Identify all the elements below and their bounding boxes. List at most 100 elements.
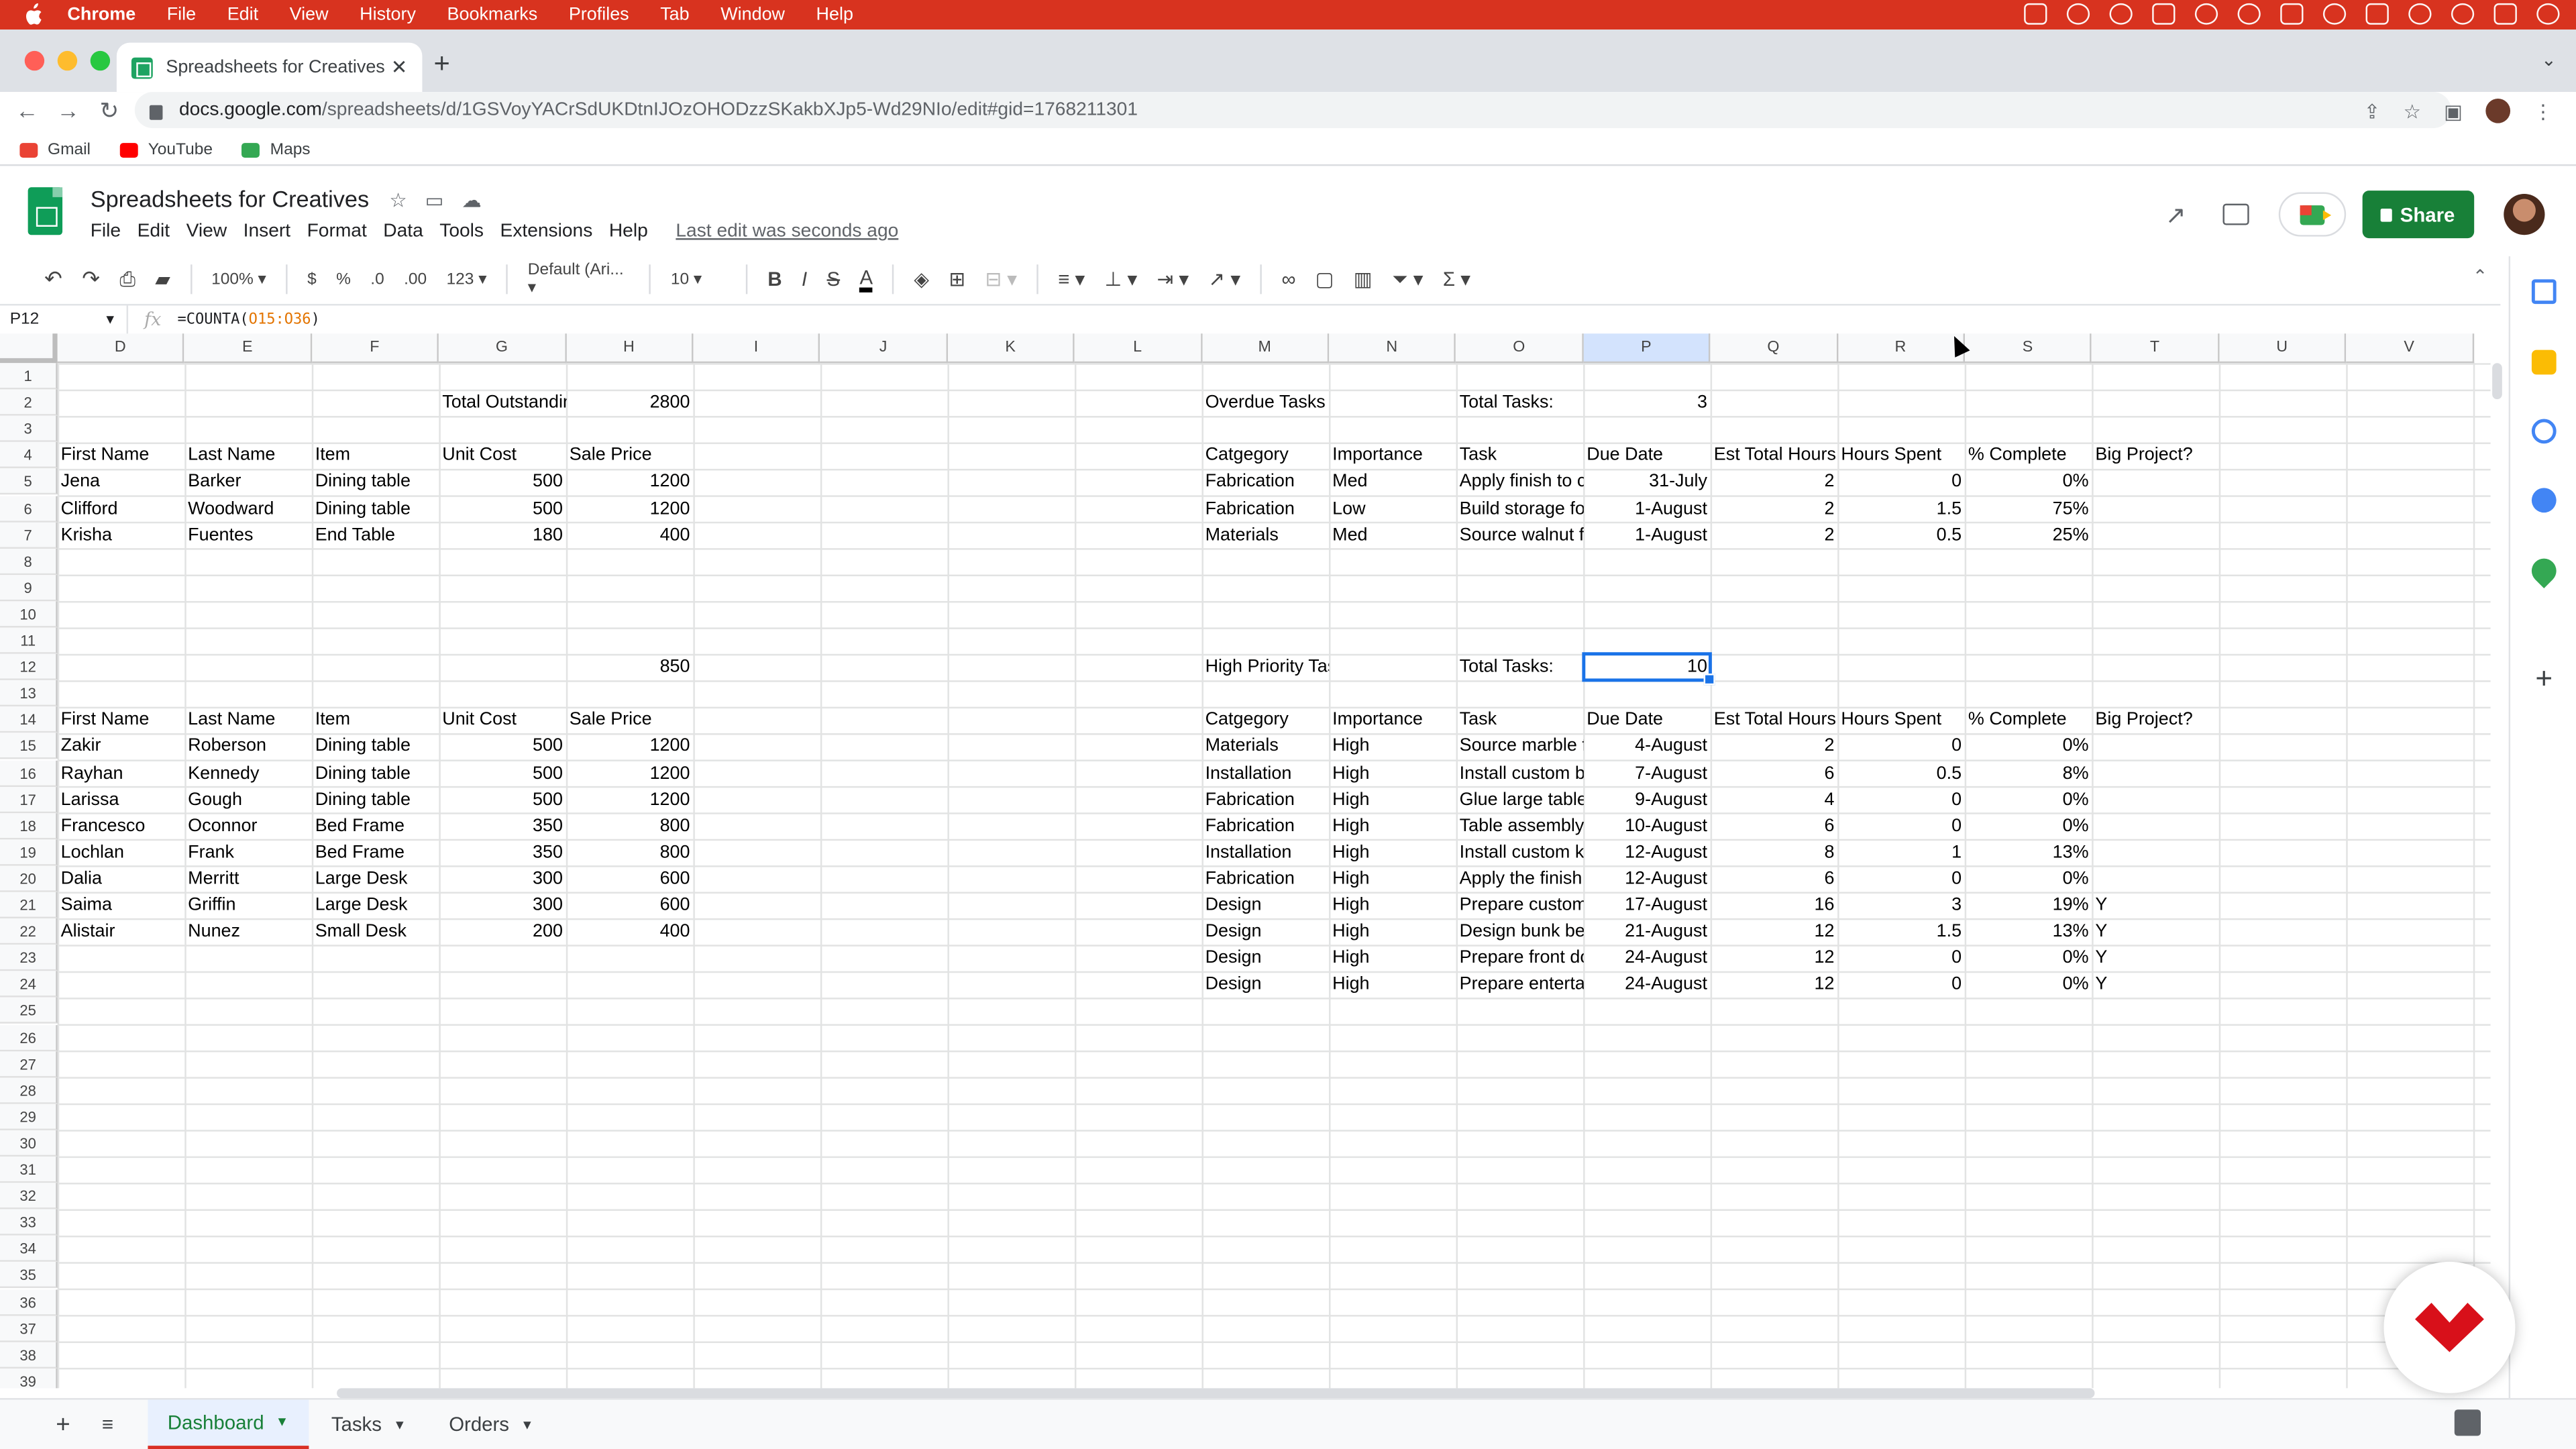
menubar-app-name[interactable]: Chrome [67, 0, 136, 30]
cell-o22[interactable]: Design bunk bec [1456, 918, 1584, 945]
redo-icon[interactable]: ↷ [82, 266, 100, 292]
cell-d17[interactable]: Larissa [58, 786, 185, 812]
cloud-status-icon[interactable]: ☁ [462, 189, 481, 212]
percent-format-button[interactable]: % [336, 270, 351, 288]
activity-dashboard-icon[interactable]: ↗ [2165, 200, 2186, 229]
row-header[interactable]: 19 [0, 839, 58, 866]
row-header[interactable]: 16 [0, 759, 58, 787]
cell-p5[interactable]: 31-July [1583, 469, 1711, 495]
column-header-u[interactable]: U [2219, 333, 2347, 364]
cell-h19[interactable]: 800 [566, 839, 694, 865]
cell-h12[interactable]: 850 [566, 654, 694, 680]
horizontal-scrollbar[interactable] [337, 1388, 2095, 1399]
cell-p7[interactable]: 1-August [1583, 522, 1711, 548]
keep-icon[interactable] [2531, 350, 2557, 375]
bookmark-star-icon[interactable]: ☆ [2404, 99, 2421, 122]
cell-o21[interactable]: Prepare custom [1456, 892, 1584, 918]
row-header[interactable]: 33 [0, 1209, 58, 1236]
address-bar[interactable]: docs.google.com/spreadsheets/d/1GSVoyYAC… [134, 92, 2451, 129]
row-header[interactable]: 17 [0, 786, 58, 813]
cell-d15[interactable]: Zakir [58, 733, 185, 759]
cell-e22[interactable]: Nunez [184, 918, 312, 945]
name-box[interactable]: P12 ▼ [0, 305, 129, 335]
column-header-p[interactable]: P [1583, 333, 1711, 364]
cell-h18[interactable]: 800 [566, 812, 694, 839]
cell-g22[interactable]: 200 [439, 918, 566, 945]
cell-n6[interactable]: Low [1329, 495, 1456, 521]
row-header[interactable]: 12 [0, 653, 58, 681]
cell-s5[interactable]: 0% [1965, 469, 2092, 495]
maps-icon[interactable] [2526, 553, 2562, 589]
cell-s16[interactable]: 8% [1965, 760, 2092, 786]
cell-d16[interactable]: Rayhan [58, 760, 185, 786]
search-icon[interactable] [2451, 3, 2475, 25]
menu-data[interactable]: Data [383, 222, 423, 241]
cell-q19[interactable]: 8 [1711, 839, 1838, 865]
currency-format-button[interactable]: $ [307, 270, 317, 288]
menu-file[interactable]: File [91, 222, 121, 241]
cell-s7[interactable]: 25% [1965, 522, 2092, 548]
cell-m14[interactable]: Catgegory [1202, 707, 1330, 733]
cell-g14[interactable]: Unit Cost [439, 707, 566, 733]
star-icon[interactable]: ☆ [389, 189, 407, 212]
cell-p15[interactable]: 4-August [1583, 733, 1711, 759]
cell-o7[interactable]: Source walnut fo [1456, 522, 1584, 548]
insert-comment-icon[interactable]: ▢ [1316, 268, 1334, 290]
cell-s21[interactable]: 19% [1965, 892, 2092, 918]
font-select[interactable]: Default (Ari... ▾ [528, 261, 630, 297]
cell-f6[interactable]: Dining table [312, 495, 439, 521]
row-header[interactable]: 1 [0, 363, 58, 390]
row-header[interactable]: 31 [0, 1157, 58, 1183]
cell-m17[interactable]: Fabrication [1202, 786, 1330, 812]
tasks-icon[interactable] [2531, 419, 2557, 444]
menubar-window[interactable]: Window [720, 0, 785, 30]
cell-r23[interactable]: 0 [1837, 945, 1965, 971]
row-header[interactable]: 11 [0, 627, 58, 654]
row-header[interactable]: 29 [0, 1104, 58, 1130]
cell-q24[interactable]: 12 [1711, 971, 1838, 998]
cell-h7[interactable]: 400 [566, 522, 694, 548]
cell-o23[interactable]: Prepare front do [1456, 945, 1584, 971]
cell-f16[interactable]: Dining table [312, 760, 439, 786]
cell-q21[interactable]: 16 [1711, 892, 1838, 918]
cell-f15[interactable]: Dining table [312, 733, 439, 759]
explore-icon[interactable] [2454, 1409, 2481, 1436]
row-header[interactable]: 13 [0, 680, 58, 707]
row-header[interactable]: 39 [0, 1368, 58, 1389]
cell-d4[interactable]: First Name [58, 443, 185, 469]
row-header[interactable]: 23 [0, 945, 58, 972]
cell-g7[interactable]: 180 [439, 522, 566, 548]
cell-r7[interactable]: 0.5 [1837, 522, 1965, 548]
cell-f21[interactable]: Large Desk [312, 892, 439, 918]
menubar-bookmarks[interactable]: Bookmarks [447, 0, 538, 30]
row-header[interactable]: 5 [0, 468, 58, 496]
cell-q5[interactable]: 2 [1711, 469, 1838, 495]
cell-o17[interactable]: Glue large tablet [1456, 786, 1584, 812]
select-all-corner[interactable] [0, 333, 58, 364]
chevron-down-icon[interactable]: ▼ [393, 1417, 406, 1432]
cell-s20[interactable]: 0% [1965, 865, 2092, 892]
creative-cloud-icon[interactable] [2066, 3, 2090, 25]
cell-m16[interactable]: Installation [1202, 760, 1330, 786]
functions-icon[interactable]: Σ ▾ [1443, 268, 1470, 290]
row-header[interactable]: 38 [0, 1342, 58, 1368]
record-icon[interactable] [2194, 3, 2218, 25]
cell-m18[interactable]: Fabrication [1202, 812, 1330, 839]
apple-icon[interactable] [21, 3, 44, 26]
row-header[interactable]: 10 [0, 601, 58, 628]
cell-r14[interactable]: Hours Spent [1837, 707, 1965, 733]
column-header-e[interactable]: E [184, 333, 312, 364]
cell-p16[interactable]: 7-August [1583, 760, 1711, 786]
cell-r24[interactable]: 0 [1837, 971, 1965, 998]
chevron-down-icon[interactable]: ▼ [276, 1415, 288, 1430]
cell-d18[interactable]: Francesco [58, 812, 185, 839]
column-header-t[interactable]: T [2092, 333, 2220, 364]
cell-t23[interactable]: Y [2092, 945, 2220, 971]
row-header[interactable]: 21 [0, 892, 58, 919]
row-header[interactable]: 14 [0, 706, 58, 734]
cell-m7[interactable]: Materials [1202, 522, 1330, 548]
cell-r22[interactable]: 1.5 [1837, 918, 1965, 945]
cell-o15[interactable]: Source marble fo [1456, 733, 1584, 759]
cell-t14[interactable]: Big Project? [2092, 707, 2220, 733]
cell-h20[interactable]: 600 [566, 865, 694, 892]
